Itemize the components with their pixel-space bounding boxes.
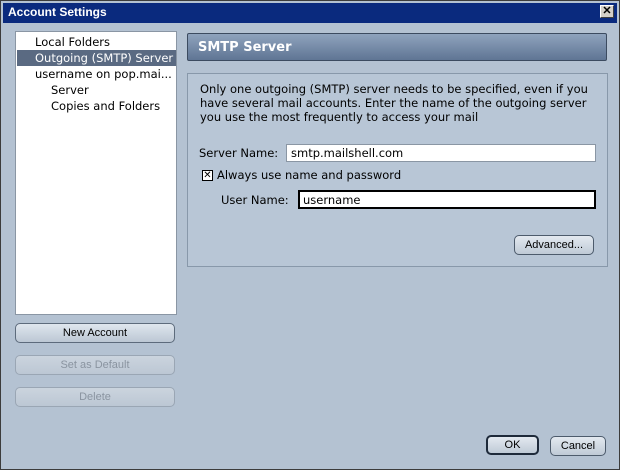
- window-title: Account Settings: [8, 5, 107, 19]
- new-account-button[interactable]: New Account: [15, 323, 175, 343]
- smtp-description: Only one outgoing (SMTP) server needs to…: [200, 82, 588, 124]
- tree-item-outgoing-smtp-server[interactable]: Outgoing (SMTP) Server: [17, 50, 176, 66]
- server-name-label: Server Name:: [199, 146, 279, 160]
- ok-button[interactable]: OK: [486, 435, 539, 455]
- always-use-password-label: Always use name and password: [217, 168, 402, 182]
- cancel-button[interactable]: Cancel: [550, 436, 606, 456]
- tree-item-server[interactable]: Server: [19, 82, 174, 98]
- user-name-input[interactable]: [298, 190, 596, 209]
- panel-header: SMTP Server: [187, 33, 607, 61]
- advanced-button[interactable]: Advanced...: [514, 235, 594, 255]
- title-bar[interactable]: Account Settings ✕: [3, 3, 617, 23]
- close-icon[interactable]: ✕: [600, 5, 614, 18]
- account-tree[interactable]: Local Folders Outgoing (SMTP) Server use…: [15, 31, 177, 315]
- smtp-settings-panel: Only one outgoing (SMTP) server needs to…: [187, 73, 608, 267]
- server-name-input[interactable]: [286, 144, 596, 162]
- tree-item-local-folders[interactable]: Local Folders: [19, 34, 174, 50]
- account-settings-window: Account Settings ✕ Local Folders Outgoin…: [0, 0, 620, 470]
- tree-item-pop-account[interactable]: username on pop.mai...: [19, 66, 174, 82]
- always-use-password-checkbox[interactable]: ✕: [202, 170, 213, 181]
- tree-item-copies-and-folders[interactable]: Copies and Folders: [19, 98, 174, 114]
- panel-title: SMTP Server: [198, 40, 292, 55]
- delete-button[interactable]: Delete: [15, 387, 175, 407]
- user-name-label: User Name:: [221, 193, 289, 207]
- set-as-default-button[interactable]: Set as Default: [15, 355, 175, 375]
